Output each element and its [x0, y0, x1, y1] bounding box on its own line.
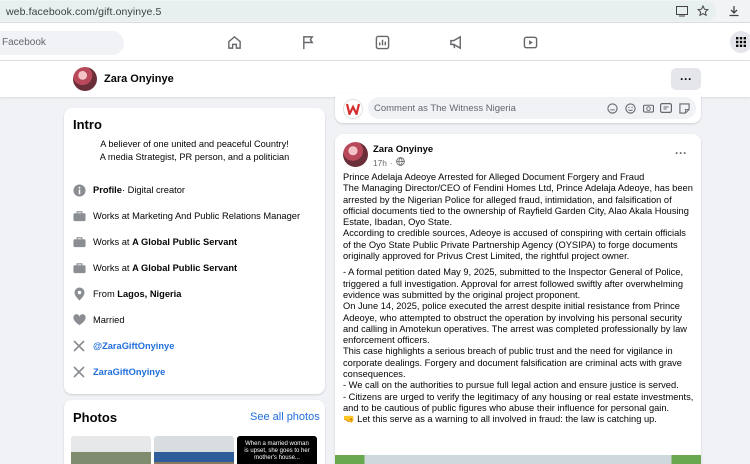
bio-line-2: A media Strategist, PR person, and a pol…	[99, 152, 290, 162]
post-paragraph: This case highlights a serious breach of…	[343, 346, 682, 380]
post-paragraph: According to credible sources, Adeoye is…	[343, 228, 686, 262]
avatar[interactable]	[73, 67, 97, 91]
comment-placeholder: Comment as The Witness Nigeria	[374, 103, 516, 114]
commenter-avatar	[343, 99, 363, 119]
relationship: Married	[93, 315, 125, 325]
camera-icon[interactable]	[642, 102, 654, 114]
search-input[interactable]: Facebook	[0, 31, 124, 55]
post-more-options-button[interactable]: ···	[675, 146, 687, 160]
photos-card: Photos See all photos When a married wom…	[64, 400, 325, 464]
intro-row-from: From Lagos, Nigeria	[72, 286, 181, 302]
flag-icon[interactable]	[299, 33, 317, 51]
post-card: Zara Onyinye 17h · ··· Prince Adelaja Ad…	[335, 134, 701, 464]
post-time[interactable]: 17h	[373, 158, 387, 168]
star-icon[interactable]	[696, 4, 710, 18]
megaphone-icon[interactable]	[447, 33, 465, 51]
globe-icon	[395, 157, 405, 168]
info-icon	[72, 183, 86, 197]
gif-icon[interactable]	[660, 102, 672, 114]
from-prefix: From	[93, 289, 115, 299]
more-options-button[interactable]: ···	[671, 68, 701, 90]
briefcase-icon	[72, 235, 86, 249]
intro-row-twitter: @ZaraGiftOnyinye	[72, 338, 174, 354]
photo-thumbnail[interactable]: When a married woman is upset, she goes …	[237, 436, 317, 464]
profile-header-bar: Zara Onyinye ···	[0, 61, 750, 97]
sticker-icon[interactable]	[606, 102, 618, 114]
twitter-link[interactable]: @ZaraGiftOnyinye	[93, 341, 174, 351]
post-meta: 17h ·	[373, 157, 405, 168]
dashboard-icon[interactable]	[373, 33, 391, 51]
search-placeholder: Facebook	[2, 37, 46, 48]
photo-thumbnail[interactable]	[71, 436, 151, 464]
post-paragraph: - Citizens are urged to verify the legit…	[343, 391, 694, 413]
post-paragraph: 🤜 Let this serve as a warning to all inv…	[343, 414, 657, 425]
work-3-prefix: Works at	[93, 263, 130, 273]
post-paragraph: - We call on the authorities to pursue f…	[343, 380, 679, 391]
work-2-prefix: Works at	[93, 237, 130, 247]
url-text: web.facebook.com/gift.onyinye.5	[6, 6, 162, 18]
post-paragraph: Prince Adelaja Adeoye Arrested for Alleg…	[343, 172, 645, 182]
intro-title: Intro	[73, 117, 102, 132]
apps-grid-icon[interactable]	[730, 31, 750, 53]
intro-row-profile: Profile · Digital creator	[72, 182, 185, 198]
separator: ·	[389, 157, 393, 168]
post-paragraph: - A formal petition dated May 9, 2025, s…	[343, 267, 684, 300]
photo-thumbnail-caption: When a married woman is upset, she goes …	[244, 441, 310, 461]
intro-row-link-2: ZaraGiftOnyinye	[72, 364, 165, 380]
comment-input[interactable]: Comment as The Witness Nigeria	[368, 97, 696, 119]
video-icon[interactable]	[521, 33, 539, 51]
post-body: Prince Adelaja Adeoye Arrested for Alleg…	[343, 172, 696, 426]
x-logo-icon	[72, 365, 86, 379]
intro-row-work-1: Works at Marketing And Public Relations …	[72, 208, 300, 224]
x-logo-icon	[72, 339, 86, 353]
intro-card: Intro A believer of one united and peace…	[64, 108, 325, 394]
post-author[interactable]: Zara Onyinye	[373, 144, 433, 155]
browser-address-bar: web.facebook.com/gift.onyinye.5	[0, 0, 750, 23]
briefcase-icon	[72, 261, 86, 275]
photos-title: Photos	[73, 410, 118, 425]
intro-row-relationship: Married	[72, 312, 125, 328]
comment-composer: Comment as The Witness Nigeria	[335, 94, 701, 123]
sticker-icon[interactable]	[678, 102, 690, 114]
page-logo-icon	[346, 103, 360, 115]
post-author-avatar[interactable]	[343, 142, 368, 167]
emoji-icon[interactable]	[624, 102, 636, 114]
cast-icon[interactable]	[675, 4, 689, 18]
location-icon	[72, 287, 86, 301]
profile-name[interactable]: Zara Onyinye	[104, 73, 174, 85]
profile-label: Profile	[93, 185, 122, 195]
photo-thumbnail[interactable]	[154, 436, 234, 464]
briefcase-icon	[72, 209, 86, 223]
heart-icon	[72, 313, 86, 327]
intro-row-work-2: Works at A Global Public Servant	[72, 234, 237, 250]
social-link-2[interactable]: ZaraGiftOnyinye	[93, 367, 165, 377]
see-all-photos-link[interactable]: See all photos	[250, 411, 320, 423]
home-icon[interactable]	[225, 33, 243, 51]
download-icon[interactable]	[727, 4, 741, 18]
bio-line-1: A believer of one united and peaceful Co…	[100, 139, 289, 149]
profile-type: · Digital creator	[121, 185, 185, 195]
work-2-org[interactable]: A Global Public Servant	[132, 237, 237, 247]
work-1: Works at Marketing And Public Relations …	[93, 211, 301, 221]
bio: A believer of one united and peaceful Co…	[64, 138, 325, 164]
post-image[interactable]	[335, 455, 701, 464]
ellipsis-icon: ···	[680, 72, 692, 86]
work-3-org[interactable]: A Global Public Servant	[132, 263, 237, 273]
post-paragraph: On June 14, 2025, police executed the ar…	[343, 301, 687, 346]
url-field[interactable]: web.facebook.com/gift.onyinye.5	[0, 1, 716, 21]
from-place[interactable]: Lagos, Nigeria	[117, 289, 181, 299]
facebook-top-nav: Facebook	[0, 23, 750, 61]
intro-row-work-3: Works at A Global Public Servant	[72, 260, 237, 276]
post-paragraph: The Managing Director/CEO of Fendini Hom…	[343, 183, 693, 228]
